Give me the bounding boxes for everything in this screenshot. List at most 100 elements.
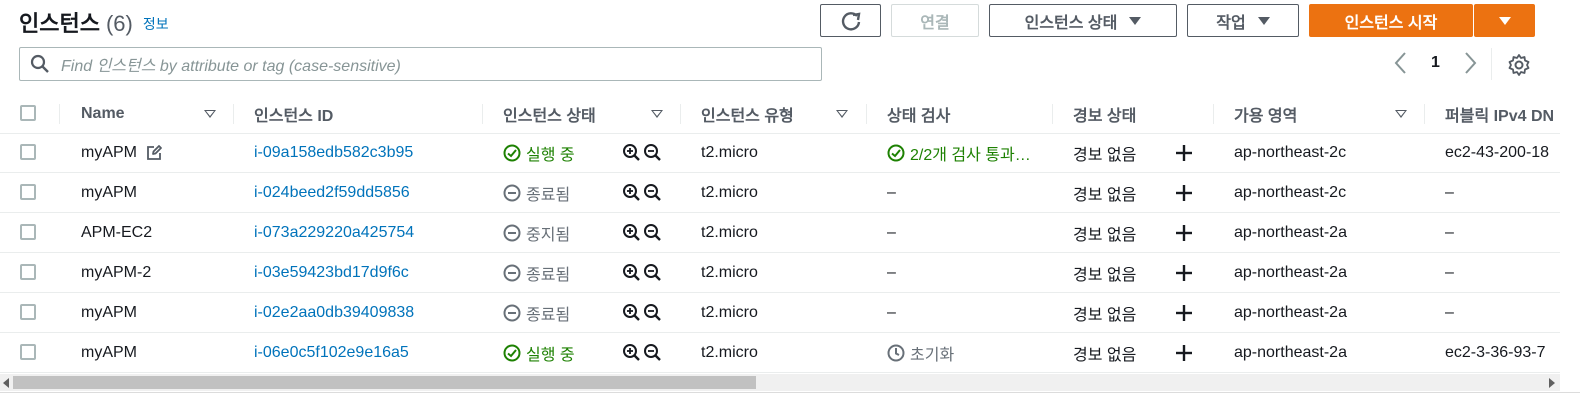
add-alarm-button[interactable] [1174, 293, 1194, 332]
sort-caret-icon[interactable] [651, 110, 663, 118]
instance-state-dropdown[interactable]: 인스턴스 상태 [989, 4, 1177, 37]
sort-caret-icon[interactable] [836, 110, 848, 118]
table-row[interactable]: myAPM i-02e2aa0db39409838 종료됨 t2.micro – 경보 없… [0, 293, 1560, 333]
instance-state: 종료됨 [526, 306, 571, 324]
status-check: 2/2개 검사 통과… [910, 146, 1031, 164]
add-alarm-icon[interactable] [1174, 183, 1194, 203]
zoom-in-icon[interactable] [622, 223, 641, 242]
add-alarm-icon[interactable] [1174, 343, 1194, 363]
row-checkbox[interactable] [20, 224, 36, 240]
add-alarm-icon[interactable] [1174, 143, 1194, 163]
edit-icon[interactable] [145, 144, 163, 162]
refresh-icon [841, 11, 860, 31]
zoom-out-icon[interactable] [643, 183, 662, 202]
pager-divider [1491, 48, 1492, 80]
col-header-instance-state[interactable]: 인스턴스 상태 [503, 94, 596, 133]
instance-state-label: 인스턴스 상태 [1024, 14, 1118, 32]
instance-id-link[interactable]: i-03e59423bd17d9f6c [254, 253, 409, 292]
add-alarm-icon[interactable] [1174, 223, 1194, 243]
instance-name-cell: myAPM [81, 333, 137, 372]
scrollbar-thumb[interactable] [13, 376, 756, 389]
add-alarm-button[interactable] [1174, 253, 1194, 292]
row-checkbox[interactable] [20, 264, 36, 280]
actions-dropdown[interactable]: 작업 [1187, 4, 1299, 37]
sort-caret-icon[interactable] [1395, 110, 1407, 118]
search-icon [30, 54, 49, 73]
instance-id-link[interactable]: i-06e0c5f102e9e16a5 [254, 333, 409, 372]
instance-id-link[interactable]: i-024beed2f59dd5856 [254, 173, 410, 212]
col-header-status-check[interactable]: 상태 검사 [887, 94, 950, 133]
status-check-cell: – [887, 293, 896, 332]
instance-id-link[interactable]: i-073a229220a425754 [254, 213, 414, 252]
add-alarm-button[interactable] [1174, 133, 1194, 172]
instance-state: 종료됨 [526, 266, 571, 284]
scroll-right-icon[interactable] [1547, 377, 1557, 389]
zoom-in-icon[interactable] [622, 143, 641, 162]
zoom-out-icon[interactable] [643, 303, 662, 322]
gear-icon[interactable] [1507, 53, 1531, 77]
status-check: – [887, 183, 896, 201]
instance-state-cell: 종료됨 [503, 173, 570, 212]
scroll-left-icon[interactable] [1, 377, 11, 389]
table-row[interactable]: myAPM i-024beed2f59dd5856 종료됨 t2.micro – 경보 없… [0, 173, 1560, 213]
col-header-instance-id[interactable]: 인스턴스 ID [254, 94, 333, 133]
row-checkbox[interactable] [20, 344, 36, 360]
instance-name-cell: myAPM [81, 173, 137, 212]
current-page[interactable]: 1 [1431, 54, 1440, 72]
col-header-public-dns[interactable]: 퍼블릭 IPv4 DN [1445, 94, 1554, 133]
add-alarm-icon[interactable] [1174, 263, 1194, 283]
refresh-button[interactable] [820, 4, 881, 37]
status-check: 초기화 [910, 346, 955, 364]
connect-button[interactable]: 연결 [891, 4, 979, 37]
sort-caret-icon[interactable] [204, 110, 216, 118]
zoom-in-icon[interactable] [622, 263, 641, 282]
stopped-minus-icon [503, 184, 521, 201]
availability-zone: ap-northeast-2a [1234, 263, 1347, 281]
status-check: – [887, 223, 896, 241]
zoom-in-icon[interactable] [622, 303, 641, 322]
chevron-left-icon[interactable] [1391, 50, 1411, 76]
stopped-minus-icon [503, 264, 521, 281]
instance-count: (6) [105, 11, 133, 36]
add-alarm-button[interactable] [1174, 173, 1194, 212]
zoom-out-icon[interactable] [643, 223, 662, 242]
row-checkbox[interactable] [20, 144, 36, 160]
launch-instances-button[interactable]: 인스턴스 시작 [1309, 4, 1473, 37]
instance-id-link[interactable]: i-09a158edb582c3b95 [254, 133, 413, 172]
row-checkbox[interactable] [20, 184, 36, 200]
add-alarm-button[interactable] [1174, 333, 1194, 372]
info-link[interactable]: 정보 [143, 16, 169, 32]
success-check-icon [887, 144, 905, 161]
col-header-alarm-status[interactable]: 경보 상태 [1073, 94, 1136, 133]
alarm-status: 경보 없음 [1073, 146, 1137, 164]
zoom-out-icon[interactable] [643, 263, 662, 282]
launch-options-dropdown[interactable] [1474, 4, 1535, 37]
instance-name-cell: myAPM-2 [81, 253, 151, 292]
actions-label: 작업 [1216, 14, 1246, 32]
status-check: – [887, 303, 896, 321]
public-dns: – [1445, 263, 1454, 281]
search-input[interactable]: Find 인스턴스 by attribute or tag (case-sens… [19, 47, 822, 81]
table-header: Name 인스턴스 ID 인스턴스 상태 인스턴스 유형 상태 검사 경보 상태… [0, 94, 1580, 134]
alarm-status: 경보 없음 [1073, 226, 1137, 244]
zoom-controls [622, 133, 662, 172]
zoom-out-icon[interactable] [643, 343, 662, 362]
chevron-right-icon[interactable] [1460, 50, 1480, 76]
pagination: 1 [1391, 50, 1480, 76]
table-row[interactable]: myAPM-2 i-03e59423bd17d9f6c 종료됨 t2.micro – 경보… [0, 253, 1560, 293]
select-all-checkbox[interactable] [20, 105, 36, 121]
add-alarm-button[interactable] [1174, 213, 1194, 252]
zoom-in-icon[interactable] [622, 183, 641, 202]
col-header-instance-type[interactable]: 인스턴스 유형 [701, 94, 794, 133]
add-alarm-icon[interactable] [1174, 303, 1194, 323]
zoom-in-icon[interactable] [622, 343, 641, 362]
table-row[interactable]: myAPM i-09a158edb582c3b95 실행 중 t2.micro 2/2개… [0, 133, 1560, 173]
col-header-name[interactable]: Name [81, 94, 125, 133]
zoom-out-icon[interactable] [643, 143, 662, 162]
instance-id-link[interactable]: i-02e2aa0db39409838 [254, 293, 414, 332]
col-header-availability-zone[interactable]: 가용 영역 [1234, 94, 1297, 133]
status-check-cell: – [887, 213, 896, 252]
table-row[interactable]: APM-EC2 i-073a229220a425754 중지됨 t2.micro – 경보… [0, 213, 1560, 253]
row-checkbox[interactable] [20, 304, 36, 320]
table-row[interactable]: myAPM i-06e0c5f102e9e16a5 실행 중 t2.micro 초기화 경… [0, 333, 1560, 373]
